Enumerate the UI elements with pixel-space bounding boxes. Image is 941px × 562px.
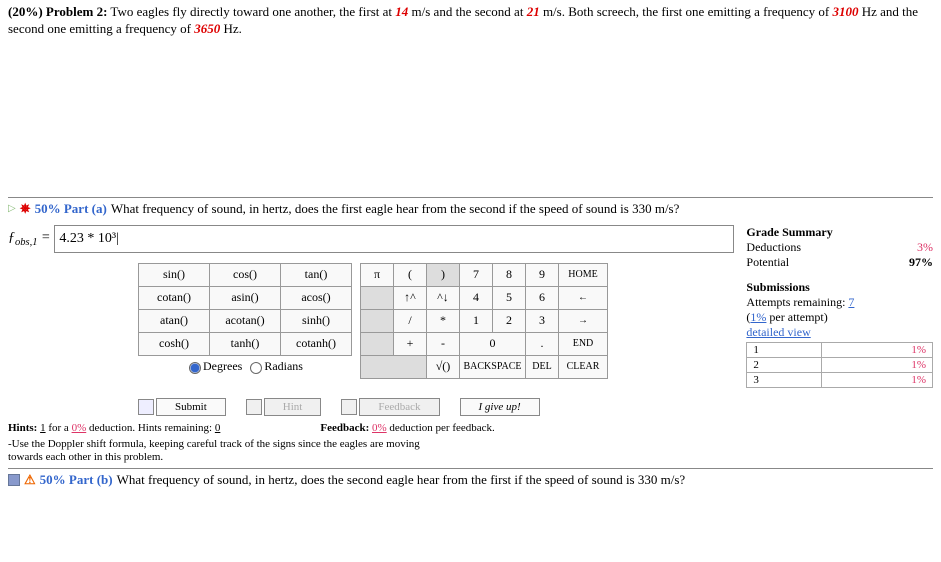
submit-button[interactable]: Submit [138,398,226,416]
num-7-button[interactable]: 7 [460,263,493,286]
num-1-button[interactable]: 1 [460,309,493,332]
wrong-icon: ✵ [20,201,31,217]
triangle-icon: ▷ [8,203,16,214]
end-button[interactable]: END [559,332,608,355]
backspace-button[interactable]: BACKSPACE [460,355,526,378]
cotan-button[interactable]: cotan() [139,286,210,309]
cosh-button[interactable]: cosh() [139,332,210,355]
num-2-button[interactable]: 2 [493,309,526,332]
part-b-label: 50% Part (b) [40,472,113,488]
answer-input[interactable] [54,225,734,253]
feedback-info: Feedback: 0% deduction per feedback. [320,422,494,434]
asin-button[interactable]: asin() [210,286,281,309]
rparen-button[interactable]: ) [427,263,460,286]
part-b-question: What frequency of sound, in hertz, does … [117,472,686,488]
home-button[interactable]: HOME [559,263,608,286]
cos-button[interactable]: cos() [210,263,281,286]
num-0-button[interactable]: 0 [460,332,526,355]
part-a-header: ▷ ✵ 50% Part (a) What frequency of sound… [8,197,933,219]
function-keypad: sin() cos() tan() cotan() asin() acos() … [138,263,352,378]
numeric-keypad: π ( ) 7 8 9 HOME ↑^ ^↓ 4 5 6 ← [360,263,608,379]
del-button[interactable]: DEL [526,355,559,378]
pi-button[interactable]: π [361,263,394,286]
sup-button[interactable]: ↑^ [394,286,427,309]
hints-info: Hints: 1 for a 0% deduction. Hints remai… [8,422,220,434]
atan-button[interactable]: atan() [139,309,210,332]
warning-icon: ⚠ [24,472,36,488]
part-a-label: 50% Part (a) [35,201,107,217]
mul-button[interactable]: * [427,309,460,332]
num-4-button[interactable]: 4 [460,286,493,309]
problem-weight: (20%) Problem 2: [8,4,107,19]
part-a-question: What frequency of sound, in hertz, does … [111,201,680,217]
lparen-button[interactable]: ( [394,263,427,286]
acos-button[interactable]: acos() [281,286,352,309]
plus-button[interactable]: + [394,332,427,355]
acotan-button[interactable]: acotan() [210,309,281,332]
num-6-button[interactable]: 6 [526,286,559,309]
minus-button[interactable]: - [427,332,460,355]
clear-button[interactable]: CLEAR [559,355,608,378]
num-3-button[interactable]: 3 [526,309,559,332]
left-button[interactable]: ← [559,286,608,309]
submissions-title: Submissions [746,280,933,295]
num-9-button[interactable]: 9 [526,263,559,286]
sqrt-button[interactable]: √() [427,355,460,378]
attempts-link[interactable]: 7 [848,295,854,309]
sinh-button[interactable]: sinh() [281,309,352,332]
feedback-button: Feedback [341,398,439,416]
part-b-header: ⚠ 50% Part (b) What frequency of sound, … [8,468,933,490]
cotanh-button[interactable]: cotanh() [281,332,352,355]
answer-variable: ƒobs,1 = [8,230,50,248]
attempts-table: 11% 21% 31% [746,342,933,388]
sub-button[interactable]: ^↓ [427,286,460,309]
hint-text: -Use the Doppler shift formula, keeping … [8,438,428,464]
radians-radio[interactable] [250,362,262,374]
problem-statement: (20%) Problem 2: Two eagles fly directly… [8,4,933,38]
tan-button[interactable]: tan() [281,263,352,286]
detailed-view-link[interactable]: detailed view [746,325,933,340]
blank-button [361,286,394,309]
num-5-button[interactable]: 5 [493,286,526,309]
dot-button[interactable]: . [526,332,559,355]
giveup-button[interactable]: I give up! [460,398,540,416]
num-8-button[interactable]: 8 [493,263,526,286]
div-button[interactable]: / [394,309,427,332]
hint-button: Hint [246,398,322,416]
square-icon [8,474,20,486]
right-button[interactable]: → [559,309,608,332]
tanh-button[interactable]: tanh() [210,332,281,355]
sin-button[interactable]: sin() [139,263,210,286]
degrees-radio[interactable] [189,362,201,374]
grade-summary-title: Grade Summary [746,225,933,240]
